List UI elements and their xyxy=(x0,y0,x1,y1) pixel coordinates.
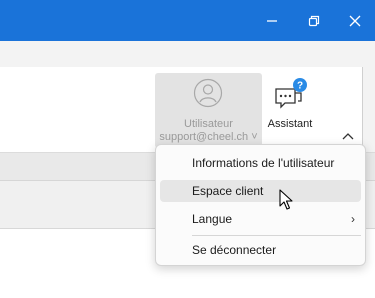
mouse-cursor-icon xyxy=(279,189,293,210)
user-account-button[interactable]: Utilisateur support@cheel.ch ˅ xyxy=(155,73,262,148)
close-icon xyxy=(349,15,361,26)
window-titlebar xyxy=(0,0,375,41)
menu-separator xyxy=(192,235,361,236)
user-button-label: Utilisateur xyxy=(184,118,233,130)
menu-item-label: Se déconnecter xyxy=(192,243,277,257)
menu-item-label: Informations de l'utilisateur xyxy=(192,156,335,170)
restore-button[interactable] xyxy=(294,0,334,41)
menu-item-label: Espace client xyxy=(192,184,264,198)
menu-item-label: Langue xyxy=(192,212,233,226)
menu-item-logout[interactable]: Se déconnecter xyxy=(160,239,361,261)
assistant-chat-help-icon: ? xyxy=(275,78,307,109)
minimize-icon xyxy=(267,19,277,22)
user-dropdown-menu: Informations de l'utilisateur Espace cli… xyxy=(155,144,366,266)
user-avatar-icon xyxy=(193,78,223,108)
assistant-label: Assistant xyxy=(267,118,313,130)
collapse-ribbon-button[interactable] xyxy=(338,128,358,144)
restore-icon xyxy=(308,15,320,26)
close-button[interactable] xyxy=(335,0,375,41)
svg-text:?: ? xyxy=(297,81,303,92)
minimize-button[interactable] xyxy=(252,0,292,41)
menu-item-client-space[interactable]: Espace client xyxy=(160,180,361,202)
chevron-up-icon xyxy=(342,133,354,140)
menu-item-language[interactable]: Langue › xyxy=(160,208,361,230)
chevron-right-icon: › xyxy=(351,212,355,226)
assistant-button[interactable]: ? Assistant xyxy=(264,73,316,148)
user-account-email: support@cheel.ch ˅ xyxy=(159,131,258,143)
menu-item-user-info[interactable]: Informations de l'utilisateur xyxy=(160,152,361,174)
